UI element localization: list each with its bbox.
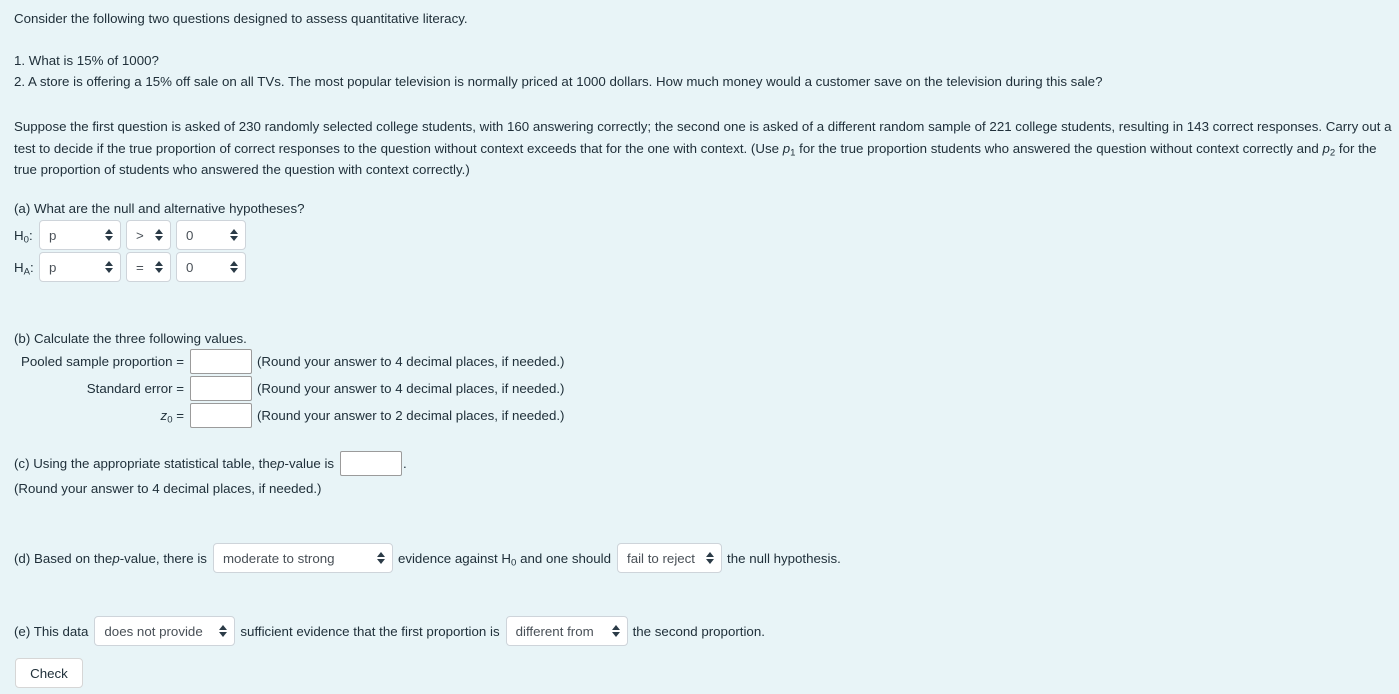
- section-d-middle-prefix: evidence against H: [397, 550, 512, 566]
- comparison-select[interactable]: different from: [505, 616, 628, 646]
- section-d-middle-suffix: and one should: [516, 550, 612, 566]
- section-c-mid: -value is: [284, 456, 335, 471]
- z-statistic-hint: (Round your answer to 2 decimal places, …: [257, 408, 565, 423]
- p2-symbol: p: [1322, 140, 1330, 156]
- alt-parameter-select-wrap: p: [39, 252, 121, 282]
- z-statistic-label: z0 =: [14, 408, 190, 426]
- section-a-prompt: (a) What are the null and alternative hy…: [14, 201, 305, 216]
- intro-lead: Consider the following two questions des…: [14, 11, 468, 26]
- standard-error-row: Standard error = (Round your answer to 4…: [14, 376, 564, 401]
- p1-symbol: p: [782, 140, 791, 156]
- decision-select-wrap: fail to reject: [617, 543, 723, 573]
- alt-h-colon: :: [30, 259, 34, 275]
- standard-error-input[interactable]: [190, 376, 252, 401]
- exercise-page: Consider the following two questions des…: [0, 0, 1399, 694]
- quiz-question-2: 2. A store is offering a 15% off sale on…: [14, 74, 1103, 89]
- scenario-part-2: for the true proportion students who ans…: [795, 140, 1323, 156]
- null-value-select[interactable]: 0: [176, 220, 246, 250]
- alt-value-select-wrap: 0: [176, 252, 246, 282]
- section-b-prompt: (b) Calculate the three following values…: [14, 331, 247, 346]
- evidence-strength-select-wrap: moderate to strong: [212, 543, 393, 573]
- section-d-p-symbol: p: [112, 550, 120, 566]
- z-equals: =: [176, 408, 184, 423]
- section-c-note: (Round your answer to 4 decimal places, …: [14, 481, 322, 496]
- section-d-after-p: -value, there is: [119, 550, 207, 566]
- standard-error-hint: (Round your answer to 4 decimal places, …: [257, 381, 565, 396]
- null-hypothesis-label: H0:: [14, 227, 39, 245]
- null-operator-select-wrap: >: [126, 220, 171, 250]
- z-statistic-row: z0 = (Round your answer to 2 decimal pla…: [14, 403, 564, 428]
- standard-error-label: Standard error =: [86, 381, 184, 396]
- section-e-prefix: (e) This data: [14, 623, 89, 639]
- null-parameter-select-wrap: p: [39, 220, 121, 250]
- section-c-period: .: [403, 456, 407, 471]
- alt-operator-select-wrap: =: [126, 252, 171, 282]
- alt-value-select[interactable]: 0: [176, 252, 246, 282]
- null-operator-select[interactable]: >: [126, 220, 171, 250]
- quiz-question-1: 1. What is 15% of 1000?: [14, 53, 159, 68]
- section-d-row: (d) Based on the p -value, there is moder…: [14, 543, 841, 573]
- scenario-paragraph: Suppose the first question is asked of 2…: [14, 116, 1392, 181]
- alt-operator-select[interactable]: =: [126, 252, 171, 282]
- null-h-letter: H: [14, 227, 24, 243]
- provide-select[interactable]: does not provide: [94, 616, 236, 646]
- alt-parameter-select[interactable]: p: [39, 252, 121, 282]
- pooled-proportion-input[interactable]: [190, 349, 252, 374]
- evidence-strength-select[interactable]: moderate to strong: [212, 543, 393, 573]
- section-e-suffix: the second proportion.: [632, 623, 765, 639]
- p-value-input[interactable]: [340, 451, 403, 476]
- provide-select-wrap: does not provide: [94, 616, 236, 646]
- comparison-select-wrap: different from: [505, 616, 628, 646]
- alternative-hypothesis-label: HA:: [14, 259, 39, 277]
- null-value-select-wrap: 0: [176, 220, 246, 250]
- section-c-row: (c) Using the appropriate statistical ta…: [14, 451, 407, 476]
- section-d-prefix: (d) Based on the: [14, 550, 113, 566]
- null-parameter-select[interactable]: p: [39, 220, 121, 250]
- z-subscript: 0: [167, 414, 173, 426]
- null-h-colon: :: [28, 227, 33, 243]
- p-value-symbol: p: [277, 456, 285, 471]
- section-e-row: (e) This data does not provide sufficien…: [14, 616, 765, 646]
- pooled-proportion-row: Pooled sample proportion = (Round your a…: [14, 349, 564, 374]
- z-statistic-input[interactable]: [190, 403, 252, 428]
- alternative-hypothesis-row: HA: p = 0: [14, 252, 251, 282]
- pooled-proportion-hint: (Round your answer to 4 decimal places, …: [257, 354, 565, 369]
- pooled-proportion-label: Pooled sample proportion =: [21, 354, 184, 369]
- check-button[interactable]: Check: [15, 658, 83, 688]
- section-d-middle: evidence against H0 and one should: [397, 550, 612, 568]
- alt-h-letter: H: [14, 259, 24, 275]
- null-hypothesis-row: H0: p > 0: [14, 220, 251, 250]
- section-e-middle: sufficient evidence that the first propo…: [240, 623, 500, 639]
- decision-select[interactable]: fail to reject: [617, 543, 723, 573]
- section-d-suffix: the null hypothesis.: [727, 550, 841, 566]
- section-c-prefix: (c) Using the appropriate statistical ta…: [14, 456, 278, 471]
